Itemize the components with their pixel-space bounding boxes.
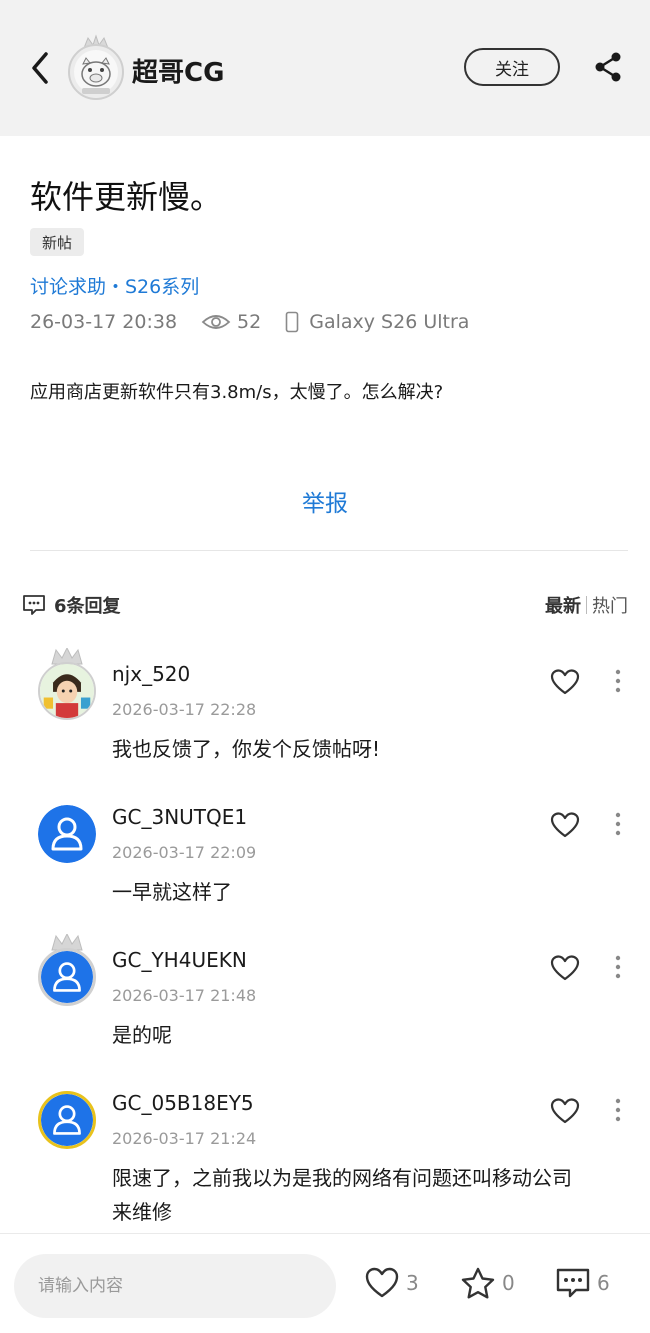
heart-icon[interactable] [550, 1097, 580, 1125]
heart-icon [365, 1267, 399, 1298]
reply-count: 6条回复 [54, 596, 121, 617]
comment-author[interactable]: GC_05B18EY5 [112, 1091, 254, 1115]
report-button[interactable]: 举报 [0, 484, 650, 518]
like-button[interactable]: 3 [364, 1266, 419, 1300]
phone-icon [285, 311, 299, 333]
avatar[interactable] [38, 662, 96, 720]
view-count: 52 [237, 311, 262, 333]
comment-time: 2026-03-17 22:28 [112, 700, 257, 719]
more-options-icon[interactable] [608, 1097, 628, 1123]
post-content: 应用商店更新软件只有3.8m/s，太慢了。怎么解决? [30, 382, 444, 403]
board-link[interactable]: 讨论求助・S26系列 [30, 272, 199, 299]
sort-latest[interactable]: 最新 [545, 592, 581, 618]
heart-icon[interactable] [550, 668, 580, 696]
comment-time: 2026-03-17 22:09 [112, 843, 257, 862]
comment-item: njx_520 2026-03-17 22:28 我也反馈了，你发个反馈帖呀! [0, 648, 650, 805]
heart-icon[interactable] [550, 954, 580, 982]
eye-icon [201, 315, 231, 329]
like-count: 3 [406, 1271, 419, 1295]
comment-item: GC_05B18EY5 2026-03-17 21:24 限速了，之前我以为是我… [0, 1091, 650, 1234]
sort-divider [586, 596, 587, 614]
share-icon[interactable] [592, 50, 624, 84]
heart-icon[interactable] [550, 811, 580, 839]
author-avatar[interactable] [66, 34, 126, 100]
comment-icon [556, 1268, 590, 1298]
follow-button[interactable]: 关注 [464, 48, 560, 86]
comment-text: 限速了，之前我以为是我的网络有问题还叫移动公司来维修 [112, 1166, 572, 1224]
comment-text: 我也反馈了，你发个反馈帖呀! [112, 737, 381, 761]
post-title: 软件更新慢。 [30, 178, 223, 216]
post-datetime: 26-03-17 20:38 [30, 311, 178, 333]
back-arrow-icon[interactable] [26, 48, 54, 88]
comment-input[interactable] [14, 1254, 336, 1318]
more-options-icon[interactable] [608, 954, 628, 980]
comment-item: GC_3NUTQE1 2026-03-17 22:09 一早就这样了 [0, 805, 650, 948]
comment-time: 2026-03-17 21:24 [112, 1129, 257, 1148]
comment-author[interactable]: GC_3NUTQE1 [112, 805, 247, 829]
comment-count: 6 [597, 1271, 610, 1295]
top-bar: 超哥CG 关注 [0, 0, 650, 136]
new-post-badge: 新帖 [30, 228, 85, 256]
author-name[interactable]: 超哥CG [132, 52, 224, 89]
favorite-count: 0 [502, 1271, 515, 1295]
sort-toggle: 最新 热门 [545, 592, 628, 618]
comments-button[interactable]: 6 [555, 1266, 610, 1300]
favorite-button[interactable]: 0 [460, 1266, 515, 1300]
replies-header: 6条回复 [22, 592, 121, 618]
sort-hot[interactable]: 热门 [592, 592, 628, 618]
comment-text: 是的呢 [112, 1023, 172, 1047]
post-meta: 26-03-17 20:38 52 Galaxy S26 Ultra [30, 308, 469, 336]
comment-author[interactable]: njx_520 [112, 662, 190, 686]
more-options-icon[interactable] [608, 668, 628, 694]
avatar[interactable] [38, 1091, 96, 1149]
divider [30, 550, 628, 551]
comment-text: 一早就这样了 [112, 880, 232, 904]
avatar[interactable] [38, 805, 96, 863]
comment-item: GC_YH4UEKN 2026-03-17 21:48 是的呢 [0, 934, 650, 1091]
more-options-icon[interactable] [608, 811, 628, 837]
bottom-action-bar: 3 0 6 [0, 1233, 650, 1333]
device-name: Galaxy S26 Ultra [309, 311, 470, 333]
comment-icon [23, 595, 45, 615]
comment-time: 2026-03-17 21:48 [112, 986, 257, 1005]
avatar[interactable] [38, 948, 96, 1006]
star-icon [461, 1267, 495, 1299]
comment-author[interactable]: GC_YH4UEKN [112, 948, 247, 972]
